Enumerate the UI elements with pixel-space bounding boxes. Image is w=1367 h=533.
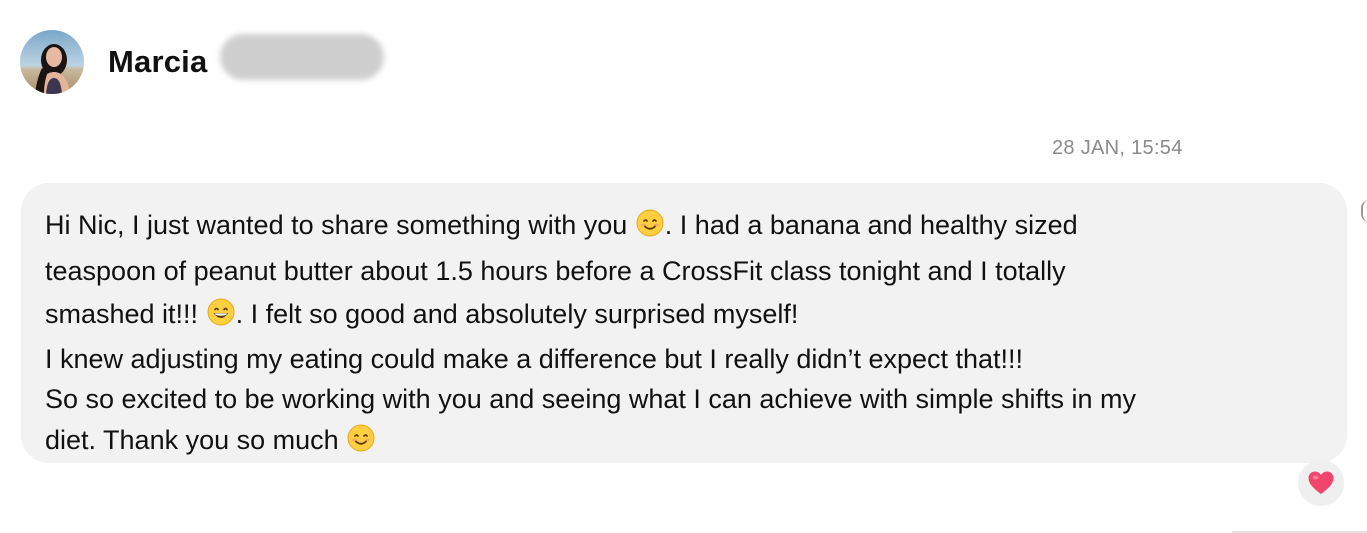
message-bubble[interactable]: Hi Nic, I just wanted to share something…: [21, 183, 1347, 463]
message-text: I knew adjusting my eating could make a …: [45, 344, 1024, 374]
smiling-face-icon: [347, 422, 375, 465]
message-reaction[interactable]: [1298, 460, 1344, 506]
heart-icon: [1308, 471, 1334, 494]
grinning-face-icon: [207, 296, 235, 339]
message-text: . I had a banana and healthy sized: [664, 210, 1078, 240]
message-line: So so excited to be working with you and…: [45, 379, 1325, 419]
message-line: smashed it!!! . I felt so good and absol…: [45, 293, 1325, 339]
message-line: I knew adjusting my eating could make a …: [45, 339, 1325, 379]
message-text: diet. Thank you so much: [45, 425, 339, 455]
message-thread: Marcia 28 JAN, 15:54 Hi Nic, I just want…: [0, 0, 1367, 533]
message-text: smashed it!!!: [45, 299, 199, 329]
avatar[interactable]: [20, 30, 84, 94]
avatar-photo: [20, 30, 84, 94]
message-line: diet. Thank you so much: [45, 419, 1325, 465]
conversation-header: Marcia: [20, 30, 207, 94]
message-text: Hi Nic, I just wanted to share something…: [45, 210, 628, 240]
contact-name: Marcia: [108, 44, 208, 79]
scroll-edge: [1361, 200, 1367, 222]
message-text: teaspoon of peanut butter about 1.5 hour…: [45, 256, 1066, 286]
message-line: Hi Nic, I just wanted to share something…: [45, 204, 1325, 250]
message-line: teaspoon of peanut butter about 1.5 hour…: [45, 250, 1325, 293]
message-text: So so excited to be working with you and…: [45, 384, 1137, 414]
message-text: . I felt so good and absolutely surprise…: [235, 299, 799, 329]
redacted-surname: [220, 34, 384, 80]
smiling-face-icon: [636, 207, 664, 250]
message-timestamp: 28 JAN, 15:54: [1052, 137, 1183, 159]
